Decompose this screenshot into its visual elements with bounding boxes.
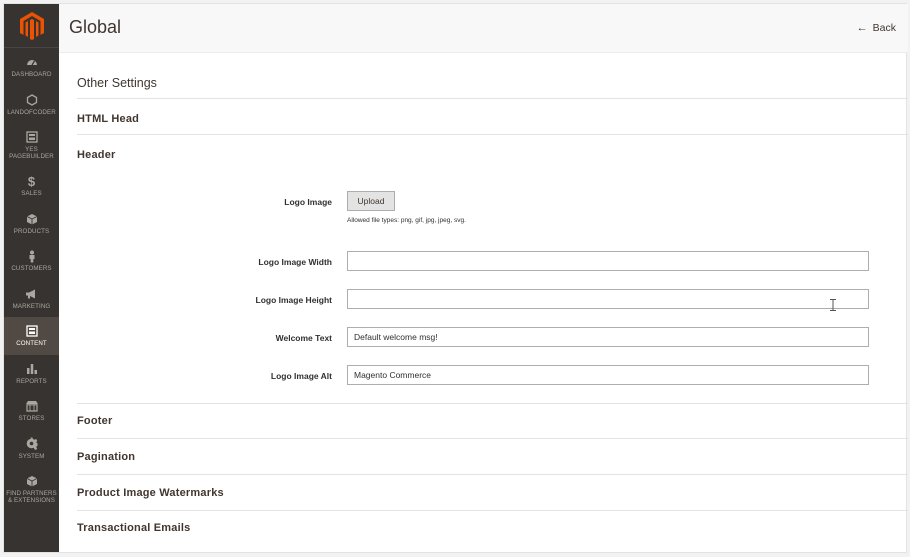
back-button-label: Back (872, 22, 896, 34)
dashboard-icon (26, 55, 38, 69)
divider (77, 438, 908, 439)
person-icon (26, 249, 38, 263)
sidebar-item-label: SALES (21, 190, 42, 197)
dollar-icon: $ (27, 173, 36, 189)
sidebar-item-sales[interactable]: $ SALES (4, 167, 59, 205)
sidebar-item-label: CONTENT (16, 340, 47, 347)
section-title: Other Settings (77, 76, 157, 90)
admin-window: DASHBOARD LANDOFCODER YES PAGEBUILDER $ … (3, 3, 908, 553)
sidebar-item-label: STORES (18, 415, 45, 422)
sidebar-item-find-partners[interactable]: FIND PARTNERS & EXTENSIONS (4, 467, 59, 511)
sidebar-item-label: FIND PARTNERS & EXTENSIONS (6, 489, 57, 505)
magento-logo-icon (19, 11, 44, 40)
megaphone-icon (25, 287, 38, 301)
gear-icon (25, 437, 38, 451)
sidebar-item-label: MARKETING (12, 302, 51, 310)
sidebar-item-label: CUSTOMERS (11, 265, 52, 272)
welcome-text-input[interactable] (347, 327, 869, 347)
fieldset-footer[interactable]: Footer (77, 415, 112, 427)
page-header: Global ← Back (59, 4, 908, 53)
sidebar-item-reports[interactable]: REPORTS (4, 355, 59, 393)
divider (77, 510, 908, 511)
divider (77, 98, 908, 99)
sidebar-item-label: YES PAGEBUILDER (9, 145, 54, 161)
welcome-text-label: Welcome Text (275, 333, 332, 343)
sidebar-item-system[interactable]: SYSTEM (4, 430, 59, 468)
allowed-file-types-note: Allowed file types: png, gif, jpg, jpeg,… (347, 217, 466, 224)
page-title: Global (69, 17, 122, 37)
divider (77, 474, 908, 475)
sidebar-item-label: SYSTEM (18, 452, 45, 460)
fieldset-pagination[interactable]: Pagination (77, 451, 135, 463)
logo-image-label: Logo Image (284, 197, 332, 207)
fieldset-product-image-watermarks[interactable]: Product Image Watermarks (77, 487, 224, 499)
partners-box-icon (26, 474, 38, 488)
divider (77, 134, 908, 135)
sidebar-item-yes-pagebuilder[interactable]: YES PAGEBUILDER (4, 123, 59, 167)
bar-chart-icon (26, 362, 38, 376)
logo-height-label: Logo Image Height (255, 295, 333, 305)
store-icon (25, 399, 39, 413)
sidebar-item-landofcoder[interactable]: LANDOFCODER (4, 86, 59, 124)
sidebar-item-label: REPORTS (16, 377, 47, 385)
sidebar-item-dashboard[interactable]: DASHBOARD (4, 48, 59, 86)
logo-width-label: Logo Image Width (258, 257, 332, 267)
logo-width-input[interactable] (347, 251, 869, 271)
admin-sidebar: DASHBOARD LANDOFCODER YES PAGEBUILDER $ … (4, 4, 59, 552)
sidebar-item-marketing[interactable]: MARKETING (4, 280, 59, 318)
sidebar-menu: DASHBOARD LANDOFCODER YES PAGEBUILDER $ … (4, 48, 59, 511)
back-button[interactable]: ← Back (857, 22, 896, 34)
pagebuilder-icon (25, 130, 38, 144)
box-icon (26, 212, 38, 226)
sidebar-item-products[interactable]: PRODUCTS (4, 205, 59, 243)
divider (77, 403, 908, 404)
arrow-left-icon: ← (856, 22, 868, 34)
magento-logo[interactable] (4, 4, 59, 48)
logo-height-input[interactable] (347, 289, 869, 309)
sidebar-item-label: PRODUCTS (13, 227, 50, 235)
logo-alt-input[interactable] (347, 365, 869, 385)
content-icon (25, 324, 38, 338)
sidebar-item-content[interactable]: CONTENT (4, 317, 59, 355)
fieldset-html-head[interactable]: HTML Head (77, 113, 139, 125)
fieldset-transactional-emails[interactable]: Transactional Emails (77, 522, 190, 534)
upload-button[interactable]: Upload (347, 191, 395, 211)
sidebar-item-customers[interactable]: CUSTOMERS (4, 242, 59, 280)
text-cursor-icon (830, 299, 836, 311)
sidebar-item-label: LANDOFCODER (7, 108, 56, 116)
sidebar-item-label: DASHBOARD (11, 71, 52, 78)
sidebar-item-stores[interactable]: STORES (4, 392, 59, 430)
logo-alt-label: Logo Image Alt (270, 371, 332, 381)
hexagon-icon (26, 93, 38, 107)
fieldset-header[interactable]: Header (77, 149, 116, 161)
config-content: Other Settings HTML Head Header Logo Ima… (59, 53, 908, 552)
